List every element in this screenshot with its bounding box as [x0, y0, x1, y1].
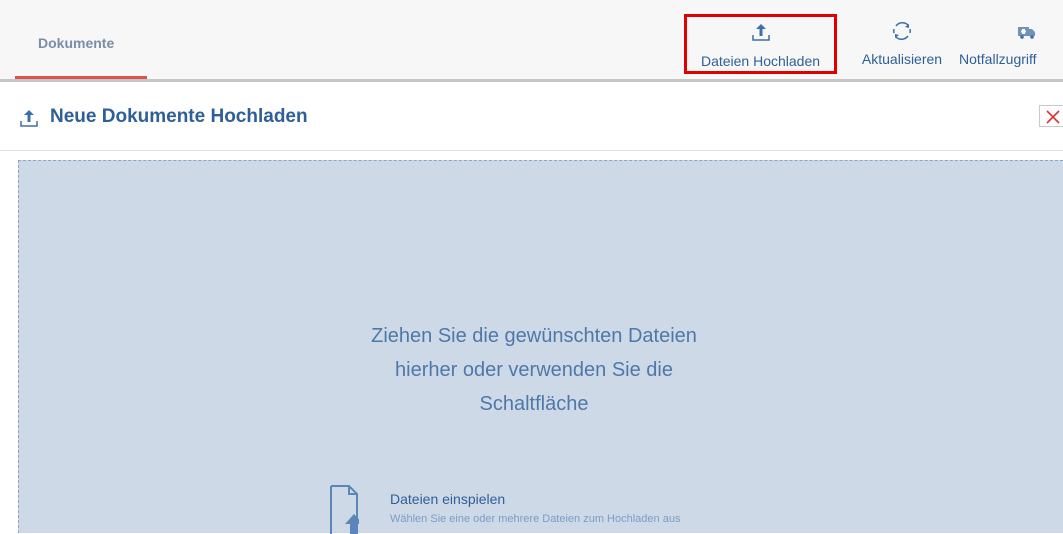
- tab-dokumente[interactable]: Dokumente: [15, 0, 147, 79]
- tab-dokumente-label: Dokumente: [38, 35, 115, 51]
- refresh-label: Aktualisieren: [861, 51, 943, 67]
- refresh-icon: [892, 22, 912, 40]
- file-drop-zone[interactable]: Ziehen Sie die gewünschten Dateien hierh…: [18, 160, 1063, 534]
- upload-files-button[interactable]: Dateien Hochladen: [684, 14, 837, 74]
- top-toolbar: Dokumente Dateien Hochladen Aktualisiere…: [0, 0, 1063, 82]
- emergency-access-label: Notfallzugriff: [959, 51, 1037, 67]
- close-icon: [1046, 110, 1060, 124]
- emergency-access-button[interactable]: Notfallzugriff: [954, 0, 1063, 79]
- ambulance-icon: [1018, 27, 1035, 39]
- upload-icon: [20, 110, 38, 127]
- drop-instruction-line: Ziehen Sie die gewünschten Dateien: [371, 325, 697, 347]
- drop-instruction-line: Schaltfläche: [479, 393, 589, 415]
- refresh-button[interactable]: Aktualisieren: [852, 0, 952, 79]
- upload-icon: [751, 24, 770, 41]
- panel-header: Neue Dokumente Hochladen: [0, 82, 1063, 151]
- close-button[interactable]: [1039, 105, 1063, 127]
- drop-instructions: Ziehen Sie die gewünschten Dateien hierh…: [323, 319, 745, 421]
- upload-files-label: Dateien Hochladen: [700, 53, 821, 69]
- active-tab-indicator: [15, 76, 147, 79]
- import-files-subtitle: Wählen Sie eine oder mehrere Dateien zum…: [390, 513, 681, 525]
- import-files-title[interactable]: Dateien einspielen: [390, 491, 505, 507]
- drop-instruction-line: hierher oder verwenden Sie die: [395, 359, 673, 381]
- panel-title: Neue Dokumente Hochladen: [50, 106, 308, 127]
- file-upload-icon[interactable]: [329, 484, 359, 534]
